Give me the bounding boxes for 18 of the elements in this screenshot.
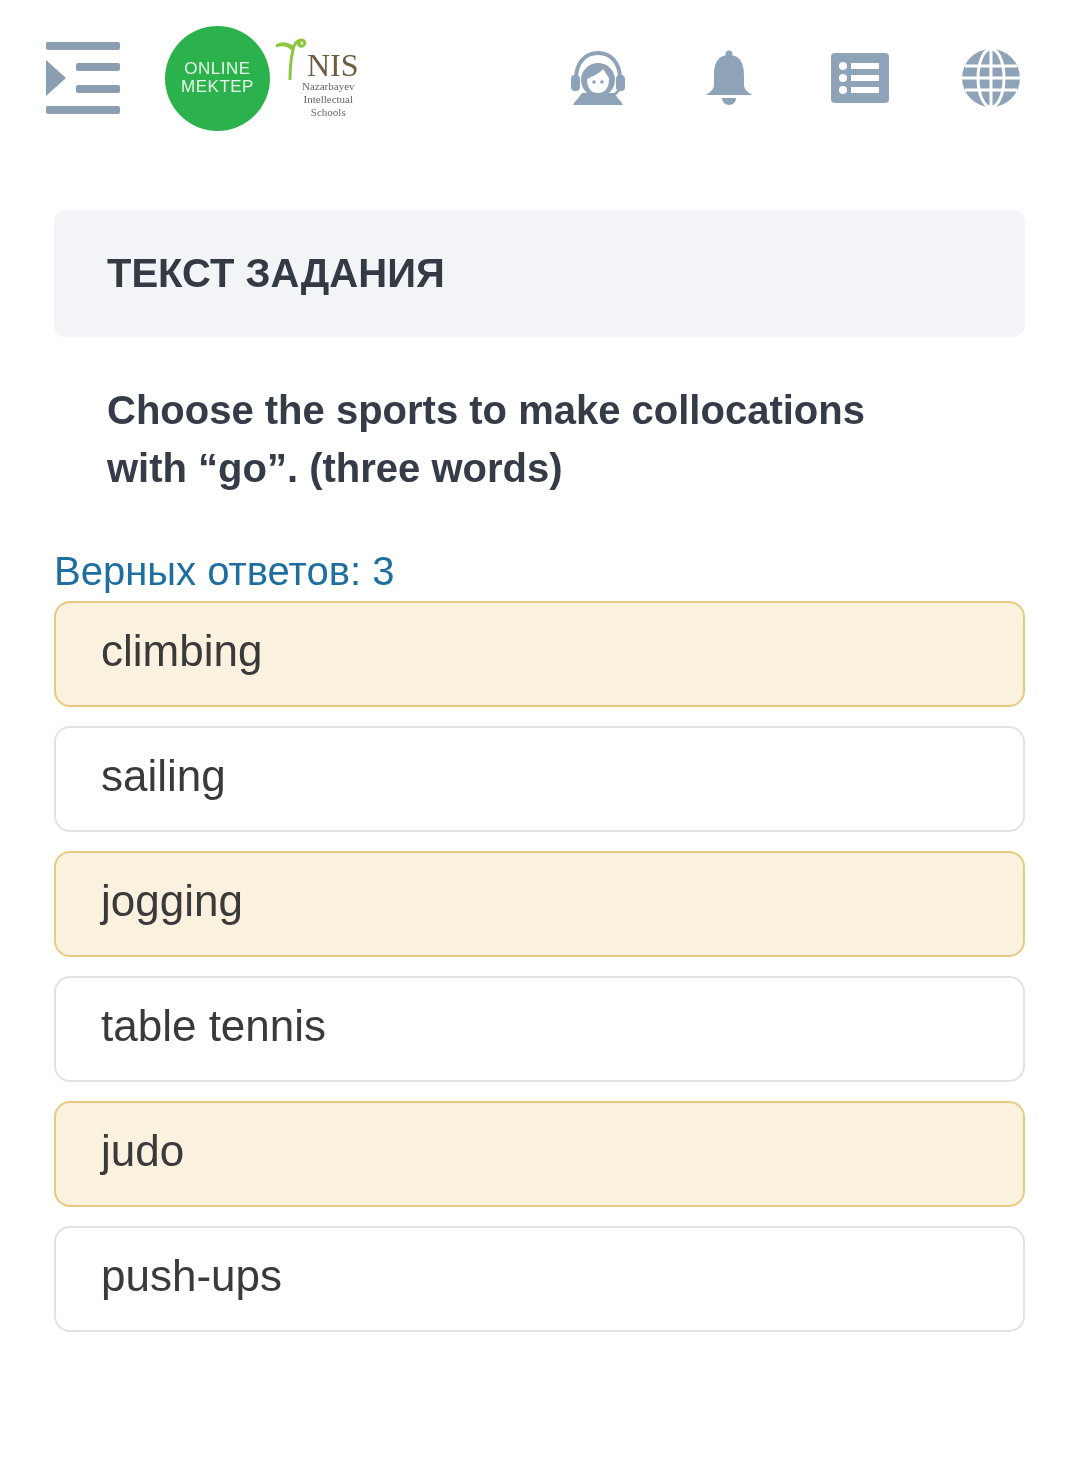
correct-answers-count: Верных ответов: 3 [54,548,395,594]
answer-option[interactable]: judo [54,1101,1025,1207]
question-text: Choose the sports to make collocations with “go”. (three words) [107,387,866,492]
menu-icon[interactable] [46,42,120,114]
logo-brand: NIS [307,49,359,80]
logo-subtitle: Intellectual [303,92,353,106]
answer-option[interactable]: climbing [54,601,1025,707]
headset-person-icon[interactable] [569,49,627,107]
answer-option[interactable]: table tennis [54,976,1025,1082]
task-header-title: ТЕКСТ ЗАДАНИЯ [107,251,445,296]
logo-text: ONLINE [184,60,251,78]
answer-option[interactable]: push-ups [54,1226,1025,1332]
globe-icon[interactable] [962,49,1020,107]
logo-subtitle: Nazarbayev [302,79,355,93]
logo-subtitle: Schools [310,105,346,119]
answer-option[interactable]: sailing [54,726,1025,832]
logo-text: MEKTEP [181,78,254,96]
answer-option[interactable]: jogging [54,851,1025,957]
